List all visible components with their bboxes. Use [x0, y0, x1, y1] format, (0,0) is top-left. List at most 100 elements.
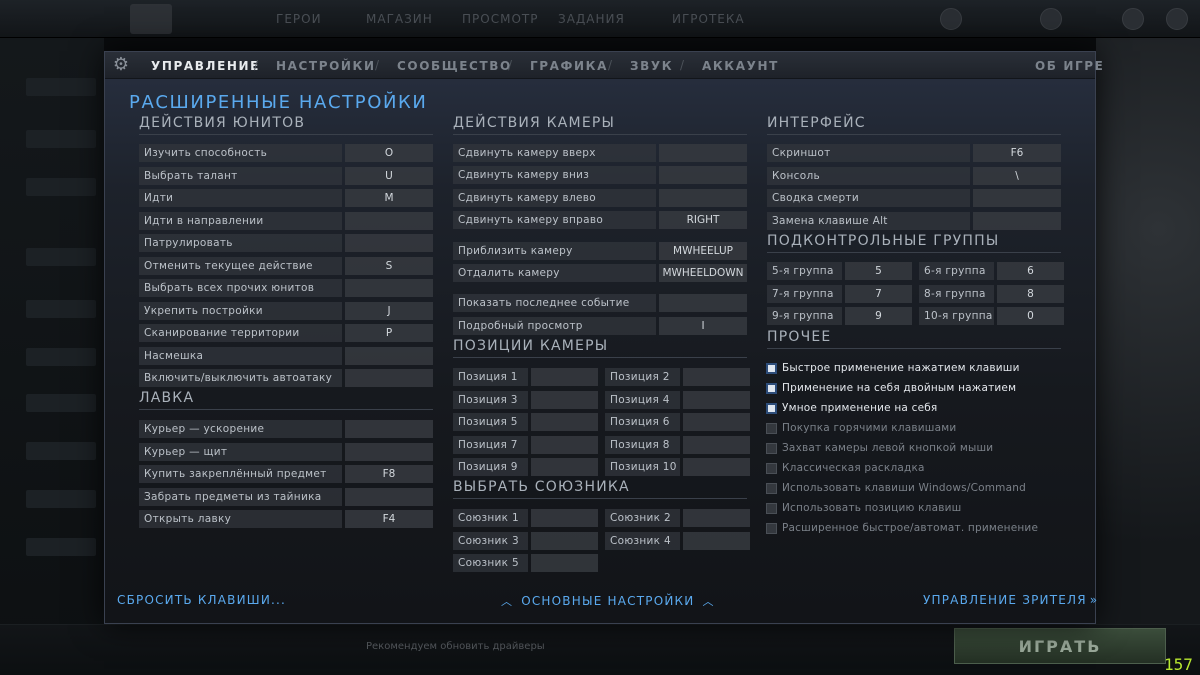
- checkbox-checked-icon[interactable]: [766, 402, 777, 414]
- control-group-label: 5-я группа: [767, 262, 842, 280]
- option-checkbox-row[interactable]: Применение на себя двойным нажатием: [766, 380, 1016, 396]
- checkbox-unchecked-icon[interactable]: [766, 442, 777, 454]
- unit-action-key-binding[interactable]: [345, 369, 433, 387]
- shop-action-key-binding[interactable]: [345, 488, 433, 506]
- checkbox-unchecked-icon[interactable]: [766, 482, 777, 494]
- camera-action-key-binding[interactable]: MWHEELUP: [659, 242, 747, 260]
- control-group-label: 10-я группа: [919, 307, 994, 325]
- camera-position-key-binding[interactable]: [683, 413, 750, 431]
- checkbox-checked-icon[interactable]: [766, 382, 777, 394]
- camera-action-label: Сдвинуть камеру вверх: [453, 144, 656, 162]
- camera-position-key-binding[interactable]: [531, 458, 598, 476]
- shop-action-key-binding[interactable]: F8: [345, 465, 433, 483]
- unit-action-key-binding[interactable]: S: [345, 257, 433, 275]
- option-checkbox-row[interactable]: Расширенное быстрое/автомат. применение: [766, 520, 1038, 536]
- interface-action-key-binding[interactable]: [973, 212, 1061, 230]
- option-label: Классическая раскладка: [782, 462, 925, 474]
- option-checkbox-row[interactable]: Покупка горячими клавишами: [766, 420, 956, 436]
- camera-action-key-binding[interactable]: MWHEELDOWN: [659, 264, 747, 282]
- section-title-shop: ЛАВКА: [139, 390, 195, 406]
- tab-social[interactable]: СООБЩЕСТВО: [397, 59, 512, 73]
- control-group-key-binding[interactable]: 9: [845, 307, 912, 325]
- option-label: Быстрое применение нажатием клавиши: [782, 362, 1020, 374]
- camera-position-label: Позиция 8: [605, 436, 680, 454]
- checkbox-unchecked-icon[interactable]: [766, 422, 777, 434]
- tab-audio[interactable]: ЗВУК: [630, 59, 673, 73]
- control-group-label: 6-я группа: [919, 262, 994, 280]
- camera-action-key-binding[interactable]: [659, 144, 747, 162]
- checkbox-unchecked-icon[interactable]: [766, 522, 777, 534]
- shop-action-key-binding[interactable]: [345, 443, 433, 461]
- control-group-key-binding[interactable]: 8: [997, 285, 1064, 303]
- option-checkbox-row[interactable]: Захват камеры левой кнопкой мыши: [766, 440, 993, 456]
- interface-action-key-binding[interactable]: \: [973, 167, 1061, 185]
- option-checkbox-row[interactable]: Быстрое применение нажатием клавиши: [766, 360, 1020, 376]
- nav-arcade: ИГРОТЕКА: [672, 12, 745, 26]
- camera-position-key-binding[interactable]: [531, 368, 598, 386]
- unit-action-key-binding[interactable]: M: [345, 189, 433, 207]
- checkbox-checked-icon[interactable]: [766, 362, 777, 374]
- unit-action-key-binding[interactable]: P: [345, 324, 433, 342]
- unit-action-key-binding[interactable]: O: [345, 144, 433, 162]
- tab-about[interactable]: ОБ ИГРЕ: [1035, 59, 1104, 73]
- interface-action-key-binding[interactable]: F6: [973, 144, 1061, 162]
- unit-action-key-binding[interactable]: J: [345, 302, 433, 320]
- camera-position-key-binding[interactable]: [531, 436, 598, 454]
- section-divider: [767, 348, 1061, 349]
- camera-position-key-binding[interactable]: [683, 391, 750, 409]
- play-button[interactable]: ИГРАТЬ: [954, 628, 1166, 664]
- select-ally-key-binding[interactable]: [683, 509, 750, 527]
- chevron-up-icon: ︿: [702, 595, 715, 608]
- control-group-key-binding[interactable]: 7: [845, 285, 912, 303]
- select-ally-key-binding[interactable]: [683, 532, 750, 550]
- camera-action-key-binding[interactable]: I: [659, 317, 747, 335]
- select-ally-key-binding[interactable]: [531, 554, 598, 572]
- client-top-bar: ГЕРОИ МАГАЗИН ПРОСМОТР ЗАДАНИЯ ИГРОТЕКА: [0, 0, 1200, 38]
- option-label: Использовать клавиши Windows/Command: [782, 482, 1026, 494]
- camera-action-label: Отдалить камеру: [453, 264, 656, 282]
- checkbox-unchecked-icon[interactable]: [766, 462, 777, 474]
- camera-action-key-binding[interactable]: [659, 189, 747, 207]
- unit-action-key-binding[interactable]: [345, 234, 433, 252]
- shop-action-key-binding[interactable]: [345, 420, 433, 438]
- tab-controls[interactable]: УПРАВЛЕНИЕ: [151, 59, 260, 73]
- nav-quests: ЗАДАНИЯ: [558, 12, 625, 26]
- settings-tabbar: ⚙ УПРАВЛЕНИЕ / НАСТРОЙКИ / СООБЩЕСТВО / …: [105, 52, 1103, 79]
- tab-options[interactable]: НАСТРОЙКИ: [276, 59, 376, 73]
- chevron-up-icon: ︿: [501, 595, 514, 608]
- camera-position-key-binding[interactable]: [531, 391, 598, 409]
- unit-action-key-binding[interactable]: U: [345, 167, 433, 185]
- camera-position-key-binding[interactable]: [683, 368, 750, 386]
- camera-action-key-binding[interactable]: [659, 166, 747, 184]
- shop-action-key-binding[interactable]: F4: [345, 510, 433, 528]
- camera-position-key-binding[interactable]: [531, 413, 598, 431]
- section-title-unit-actions: ДЕЙСТВИЯ ЮНИТОВ: [139, 115, 306, 131]
- camera-action-label: Приблизить камеру: [453, 242, 656, 260]
- reset-keys-button[interactable]: СБРОСИТЬ КЛАВИШИ...: [117, 593, 286, 607]
- camera-action-key-binding[interactable]: RIGHT: [659, 211, 747, 229]
- tab-account[interactable]: АККАУНТ: [702, 59, 779, 73]
- select-ally-key-binding[interactable]: [531, 509, 598, 527]
- control-group-key-binding[interactable]: 0: [997, 307, 1064, 325]
- unit-action-key-binding[interactable]: [345, 212, 433, 230]
- camera-position-key-binding[interactable]: [683, 458, 750, 476]
- camera-position-key-binding[interactable]: [683, 436, 750, 454]
- unit-action-label: Идти: [139, 189, 342, 207]
- option-checkbox-row[interactable]: Использовать позицию клавиш: [766, 500, 961, 516]
- spectator-controls-button[interactable]: УПРАВЛЕНИЕ ЗРИТЕЛЯ »: [923, 593, 1098, 607]
- basic-settings-button[interactable]: ︿ ОСНОВНЫЕ НАСТРОЙКИ ︿: [501, 593, 715, 609]
- control-group-key-binding[interactable]: 5: [845, 262, 912, 280]
- unit-action-key-binding[interactable]: [345, 279, 433, 297]
- option-checkbox-row[interactable]: Умное применение на себя: [766, 400, 937, 416]
- unit-action-label: Патрулировать: [139, 234, 342, 252]
- unit-action-label: Идти в направлении: [139, 212, 342, 230]
- option-checkbox-row[interactable]: Классическая раскладка: [766, 460, 925, 476]
- interface-action-key-binding[interactable]: [973, 189, 1061, 207]
- checkbox-unchecked-icon[interactable]: [766, 502, 777, 514]
- control-group-key-binding[interactable]: 6: [997, 262, 1064, 280]
- select-ally-key-binding[interactable]: [531, 532, 598, 550]
- tab-video[interactable]: ГРАФИКА: [530, 59, 608, 73]
- option-checkbox-row[interactable]: Использовать клавиши Windows/Command: [766, 480, 1026, 496]
- camera-action-key-binding[interactable]: [659, 294, 747, 312]
- unit-action-key-binding[interactable]: [345, 347, 433, 365]
